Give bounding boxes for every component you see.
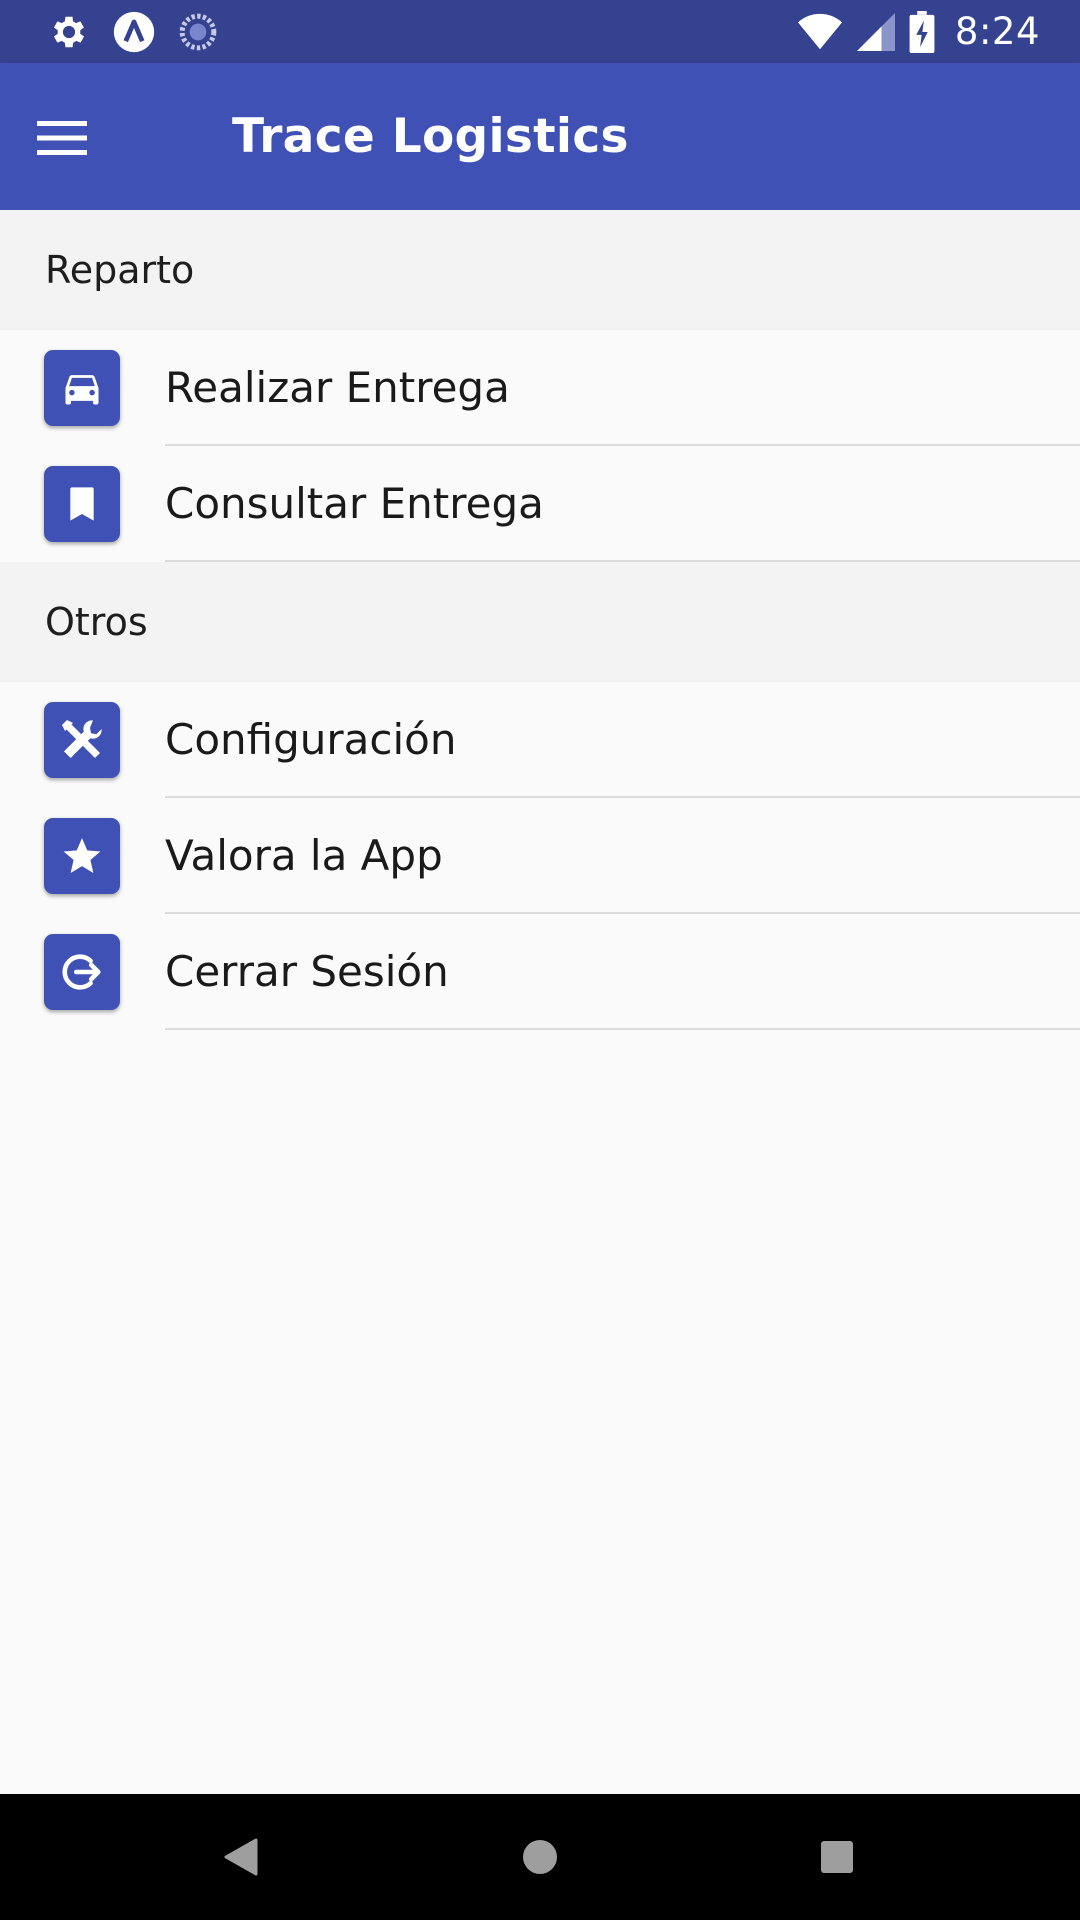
menu-item-consultar-entrega[interactable]: Consultar Entrega xyxy=(0,446,1080,562)
menu-item-valora-la-app[interactable]: Valora la App xyxy=(0,798,1080,914)
menu-item-label: Consultar Entrega xyxy=(165,479,544,528)
app-bar: Trace Logistics xyxy=(0,63,1080,210)
car-icon xyxy=(44,350,120,426)
recents-icon xyxy=(821,1841,853,1873)
back-button[interactable] xyxy=(206,1822,276,1892)
wifi-icon xyxy=(797,13,842,49)
status-bar: 8:24 xyxy=(0,0,1080,63)
menu-item-label: Valora la App xyxy=(165,831,443,880)
sync-dots-icon xyxy=(179,13,217,51)
menu-item-configuracion[interactable]: Configuración xyxy=(0,682,1080,798)
home-icon xyxy=(523,1840,557,1874)
tools-icon xyxy=(44,702,120,778)
menu-item-label: Cerrar Sesión xyxy=(165,947,449,996)
hamburger-menu-icon xyxy=(37,121,87,155)
star-icon xyxy=(44,818,120,894)
recents-button[interactable] xyxy=(802,1822,872,1892)
menu-item-realizar-entrega[interactable]: Realizar Entrega xyxy=(0,330,1080,446)
cell-signal-icon xyxy=(856,12,895,51)
menu-item-cerrar-sesion[interactable]: Cerrar Sesión xyxy=(0,914,1080,1030)
section-header-otros: Otros xyxy=(0,562,1080,682)
divider xyxy=(165,1028,1080,1030)
home-button[interactable] xyxy=(505,1822,575,1892)
menu-list: Reparto Realizar Entrega Consultar Entre… xyxy=(0,210,1080,1030)
system-nav-bar xyxy=(0,1794,1080,1920)
menu-item-label: Realizar Entrega xyxy=(165,363,510,412)
status-left-icons xyxy=(48,10,240,54)
status-right-icons: 8:24 xyxy=(797,0,1040,63)
battery-charging-icon xyxy=(909,10,935,53)
divider xyxy=(165,560,1080,562)
bookmark-icon xyxy=(44,466,120,542)
section-header-reparto: Reparto xyxy=(0,210,1080,330)
menu-item-label: Configuración xyxy=(165,715,457,764)
logout-icon xyxy=(44,934,120,1010)
app-a-icon xyxy=(113,11,155,53)
hamburger-menu-button[interactable] xyxy=(24,103,100,173)
status-clock: 8:24 xyxy=(954,10,1040,53)
app-title: Trace Logistics xyxy=(232,109,629,164)
back-icon xyxy=(224,1838,258,1876)
gear-icon xyxy=(53,16,85,48)
